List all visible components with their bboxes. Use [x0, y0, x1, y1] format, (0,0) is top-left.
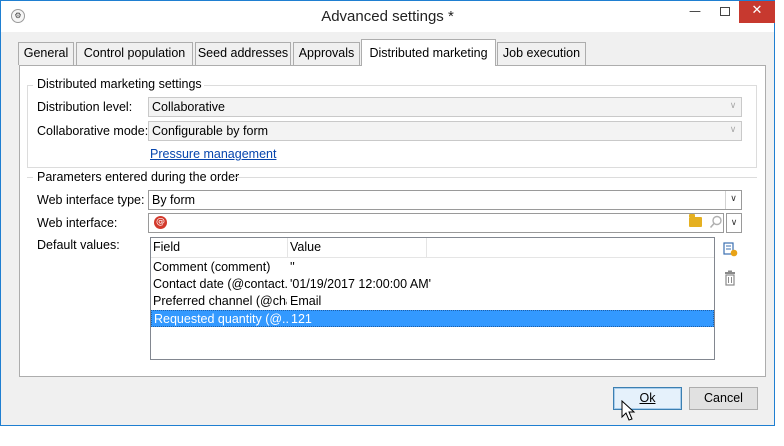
- collaborative-mode-select[interactable]: Configurable by form ∨: [148, 121, 742, 141]
- table-header: Field Value: [151, 238, 714, 258]
- magnify-icon[interactable]: [709, 215, 723, 229]
- tab-label: General: [23, 46, 69, 60]
- chevron-down-icon: ∨: [729, 101, 737, 111]
- tab-control-population[interactable]: Control population: [76, 42, 193, 65]
- cell-value: '01/19/2017 12:00:00 AM': [290, 277, 431, 291]
- chevron-down-icon: ∨: [725, 191, 741, 209]
- section-divider: [233, 177, 757, 178]
- tab-label: Approvals: [298, 46, 355, 60]
- window-title: Advanced settings *: [321, 8, 454, 25]
- web-interface-type-value: By form: [152, 193, 196, 207]
- cell-field: Requested quantity (@...: [154, 312, 288, 326]
- cancel-button-label: Cancel: [704, 391, 743, 405]
- minimize-icon[interactable]: —: [681, 1, 709, 23]
- maximize-icon[interactable]: [711, 1, 739, 23]
- cell-field: Comment (comment): [153, 260, 271, 274]
- tab-seed-addresses[interactable]: Seed addresses: [195, 42, 291, 65]
- mouse-cursor-icon: [621, 400, 636, 421]
- pressure-management-link[interactable]: Pressure management: [150, 147, 276, 161]
- close-icon[interactable]: ✕: [739, 1, 775, 23]
- table-row-selected[interactable]: Requested quantity (@... 121: [151, 310, 714, 327]
- ok-button-label: Ok: [639, 391, 656, 405]
- cell-value: Email: [290, 294, 322, 308]
- tab-label: Job execution: [502, 46, 581, 60]
- section-title-parameters: Parameters entered during the order: [35, 170, 242, 184]
- web-interface-dropdown[interactable]: ∨: [726, 213, 742, 233]
- section-divider: [27, 85, 33, 86]
- web-interface-type-label: Web interface type:: [37, 193, 145, 207]
- tab-general[interactable]: General: [18, 42, 74, 65]
- tab-label: Seed addresses: [197, 46, 289, 60]
- cell-value: '': [290, 260, 295, 274]
- chevron-down-icon: ∨: [730, 218, 738, 228]
- cell-field: Preferred channel (@cha...: [153, 294, 287, 308]
- chevron-down-icon: ∨: [729, 125, 737, 135]
- title-bar[interactable]: ⚙ Advanced settings * — ✕: [1, 1, 775, 32]
- folder-icon[interactable]: [689, 214, 702, 227]
- web-interface-type-select[interactable]: By form ∨: [148, 190, 742, 210]
- distribution-level-value: Collaborative: [152, 100, 225, 114]
- web-interface-label: Web interface:: [37, 216, 118, 230]
- default-values-table[interactable]: Field Value Comment (comment) '' Contact…: [150, 237, 715, 360]
- distribution-level-select[interactable]: Collaborative ∨: [148, 97, 742, 117]
- cancel-button[interactable]: Cancel: [689, 387, 758, 410]
- web-interface-input[interactable]: [148, 213, 724, 233]
- table-row[interactable]: Contact date (@contact... '01/19/2017 12…: [151, 276, 714, 293]
- collaborative-mode-label: Collaborative mode:: [37, 124, 149, 138]
- tab-distributed-marketing[interactable]: Distributed marketing: [361, 39, 496, 66]
- at-sign-icon: @: [154, 216, 167, 229]
- cell-value: 121: [291, 312, 312, 326]
- distribution-level-label: Distribution level:: [37, 100, 133, 114]
- section-divider: [199, 85, 757, 86]
- section-divider: [27, 177, 33, 178]
- collaborative-mode-value: Configurable by form: [152, 124, 269, 138]
- tab-label: Control population: [83, 46, 186, 60]
- trash-icon[interactable]: [722, 270, 738, 286]
- cell-field: Contact date (@contact...: [153, 277, 287, 291]
- tab-job-execution[interactable]: Job execution: [497, 42, 586, 65]
- default-values-label: Default values:: [37, 238, 120, 252]
- column-header-value[interactable]: Value: [288, 238, 427, 257]
- tab-approvals[interactable]: Approvals: [293, 42, 360, 65]
- tab-label: Distributed marketing: [369, 46, 488, 60]
- table-row[interactable]: Preferred channel (@cha... Email: [151, 293, 714, 310]
- advanced-settings-window: ⚙ Advanced settings * — ✕ General Contro…: [0, 0, 775, 426]
- column-header-field[interactable]: Field: [151, 238, 288, 257]
- add-value-icon[interactable]: [722, 241, 738, 257]
- section-title-distributed: Distributed marketing settings: [35, 77, 204, 91]
- table-row[interactable]: Comment (comment) '': [151, 259, 714, 276]
